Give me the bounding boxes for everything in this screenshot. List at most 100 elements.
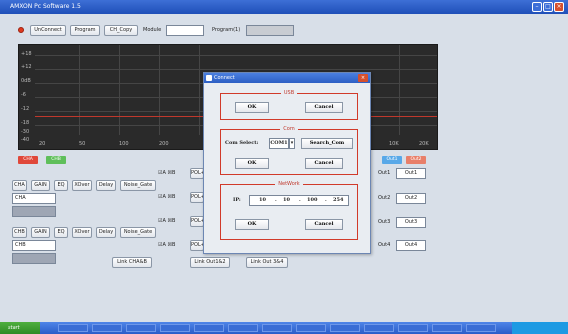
ch-copy-button[interactable]: CH_Copy	[104, 25, 138, 36]
tab-cha-eq[interactable]: EQ	[54, 180, 68, 191]
output-name-field-1[interactable]: Out1	[396, 168, 426, 179]
grid-line	[119, 45, 120, 135]
y-tick: 0dB	[21, 78, 31, 84]
window-title: AMXON Pc Software 1.5	[10, 3, 81, 10]
network-cancel-button[interactable]: Cancel	[305, 219, 343, 230]
link-out34-button[interactable]: Link Out 3&4	[246, 257, 288, 268]
tab-cha-xover[interactable]: XOver	[72, 180, 92, 191]
chb-meter	[12, 253, 56, 264]
link-out12-button[interactable]: Link Out1&2	[190, 257, 230, 268]
usb-ok-button[interactable]: OK	[235, 102, 269, 113]
route-a-checkbox-4[interactable]: ☑A ☒B	[158, 240, 175, 251]
link-cha-chb-button[interactable]: Link CHA&B	[112, 257, 152, 268]
tab-cha[interactable]: CHA	[12, 180, 27, 191]
tab-chb-delay[interactable]: Delay	[96, 227, 116, 238]
com-ok-button[interactable]: OK	[235, 158, 269, 169]
tab-cha-delay[interactable]: Delay	[96, 180, 116, 191]
pol-button-4[interactable]: POL+	[190, 240, 205, 251]
module-label: Module	[143, 27, 162, 33]
grid-line	[79, 45, 80, 135]
tab-cha-noise-gate[interactable]: Noise_Gate	[120, 180, 156, 191]
program-field	[246, 25, 294, 36]
x-tick: 100	[119, 141, 129, 147]
ip-octet-3[interactable]: 100	[307, 195, 317, 206]
pol-button-3[interactable]: POL+	[190, 216, 205, 227]
tab-chb[interactable]: CHB	[12, 227, 27, 238]
system-tray[interactable]	[512, 322, 568, 334]
network-ok-button[interactable]: OK	[235, 219, 269, 230]
ip-label: IP:	[233, 197, 241, 203]
tab-chb-gain[interactable]: GAIN	[31, 227, 50, 238]
out1-curve-toggle[interactable]: Out1	[382, 156, 402, 164]
route-a-checkbox-2[interactable]: ☑A ☒B	[158, 192, 175, 203]
chb-name-field[interactable]: CHB	[12, 240, 56, 251]
module-field[interactable]	[166, 25, 204, 36]
com-select-dropdown[interactable]: COM1	[269, 138, 289, 149]
out2-curve-toggle[interactable]: Out2	[406, 156, 426, 164]
search-com-button[interactable]: Search_Com	[301, 138, 353, 149]
dialog-close-icon[interactable]: ×	[358, 74, 368, 82]
tab-chb-noise-gate[interactable]: Noise_Gate	[120, 227, 156, 238]
taskbar-item[interactable]	[160, 324, 190, 332]
com-cancel-button[interactable]: Cancel	[305, 158, 343, 169]
minimize-icon[interactable]: –	[532, 2, 542, 12]
chb-curve-toggle[interactable]: CHB	[46, 156, 66, 164]
taskbar-item[interactable]	[398, 324, 428, 332]
ip-dot: .	[325, 197, 327, 203]
program-label: Program(1)	[212, 27, 241, 33]
pol-button-1[interactable]: POL+	[190, 168, 205, 179]
taskbar-item[interactable]	[432, 324, 462, 332]
x-tick: 10K	[389, 141, 399, 147]
output-name-field-3[interactable]: Out3	[396, 217, 426, 228]
usb-group: USB OK Cancel	[220, 90, 358, 120]
usb-group-title: USB	[221, 90, 357, 96]
y-tick: +18	[21, 51, 32, 57]
com-select-label: Com Select:	[225, 140, 259, 146]
unconnect-button[interactable]: UnConnect	[30, 25, 66, 36]
taskbar-item[interactable]	[58, 324, 88, 332]
program-button[interactable]: Program	[70, 25, 100, 36]
x-tick: 20K	[419, 141, 429, 147]
x-tick: 50	[79, 141, 86, 147]
tab-chb-eq[interactable]: EQ	[54, 227, 68, 238]
grid-line	[399, 45, 400, 135]
taskbar-item[interactable]	[126, 324, 156, 332]
output-label-1: Out1	[378, 170, 391, 176]
ip-octet-4[interactable]: 254	[333, 195, 343, 206]
taskbar-item[interactable]	[330, 324, 360, 332]
taskbar-item[interactable]	[466, 324, 496, 332]
taskbar-item[interactable]	[364, 324, 394, 332]
dialog-title: Connect	[214, 75, 235, 81]
connect-dialog: Connect × USB OK Cancel Com Com Select: …	[203, 72, 371, 254]
close-icon[interactable]: ×	[554, 2, 564, 12]
tab-chb-xover[interactable]: XOver	[72, 227, 92, 238]
taskbar-item[interactable]	[262, 324, 292, 332]
route-a-checkbox-3[interactable]: ☑A ☒B	[158, 216, 175, 227]
output-label-4: Out4	[378, 242, 391, 248]
chevron-down-icon[interactable]: ▾	[289, 138, 295, 149]
tab-cha-gain[interactable]: GAIN	[31, 180, 50, 191]
usb-cancel-button[interactable]: Cancel	[305, 102, 343, 113]
y-tick: -30	[21, 129, 30, 135]
start-button[interactable]: start	[0, 322, 40, 334]
connection-status-led	[18, 27, 24, 33]
output-name-field-4[interactable]: Out4	[396, 240, 426, 251]
route-a-checkbox-1[interactable]: ☑A ☒B	[158, 168, 175, 179]
output-name-field-2[interactable]: Out2	[396, 193, 426, 204]
grid-line	[35, 69, 437, 70]
window-controls: – □ ×	[532, 2, 564, 12]
taskbar-item[interactable]	[92, 324, 122, 332]
ip-octet-2[interactable]: 10	[283, 195, 290, 206]
taskbar-item[interactable]	[296, 324, 326, 332]
cha-curve-toggle[interactable]: CHA	[18, 156, 38, 164]
ip-octet-1[interactable]: 10	[259, 195, 266, 206]
taskbar-item[interactable]	[228, 324, 258, 332]
maximize-icon[interactable]: □	[543, 2, 553, 12]
ip-dot: .	[275, 197, 277, 203]
taskbar-item[interactable]	[194, 324, 224, 332]
pol-button-2[interactable]: POL+	[190, 192, 205, 203]
cha-name-field[interactable]: CHA	[12, 193, 56, 204]
output-label-3: Out3	[378, 219, 391, 225]
grid-line	[35, 55, 437, 56]
y-tick: -40	[21, 137, 30, 143]
